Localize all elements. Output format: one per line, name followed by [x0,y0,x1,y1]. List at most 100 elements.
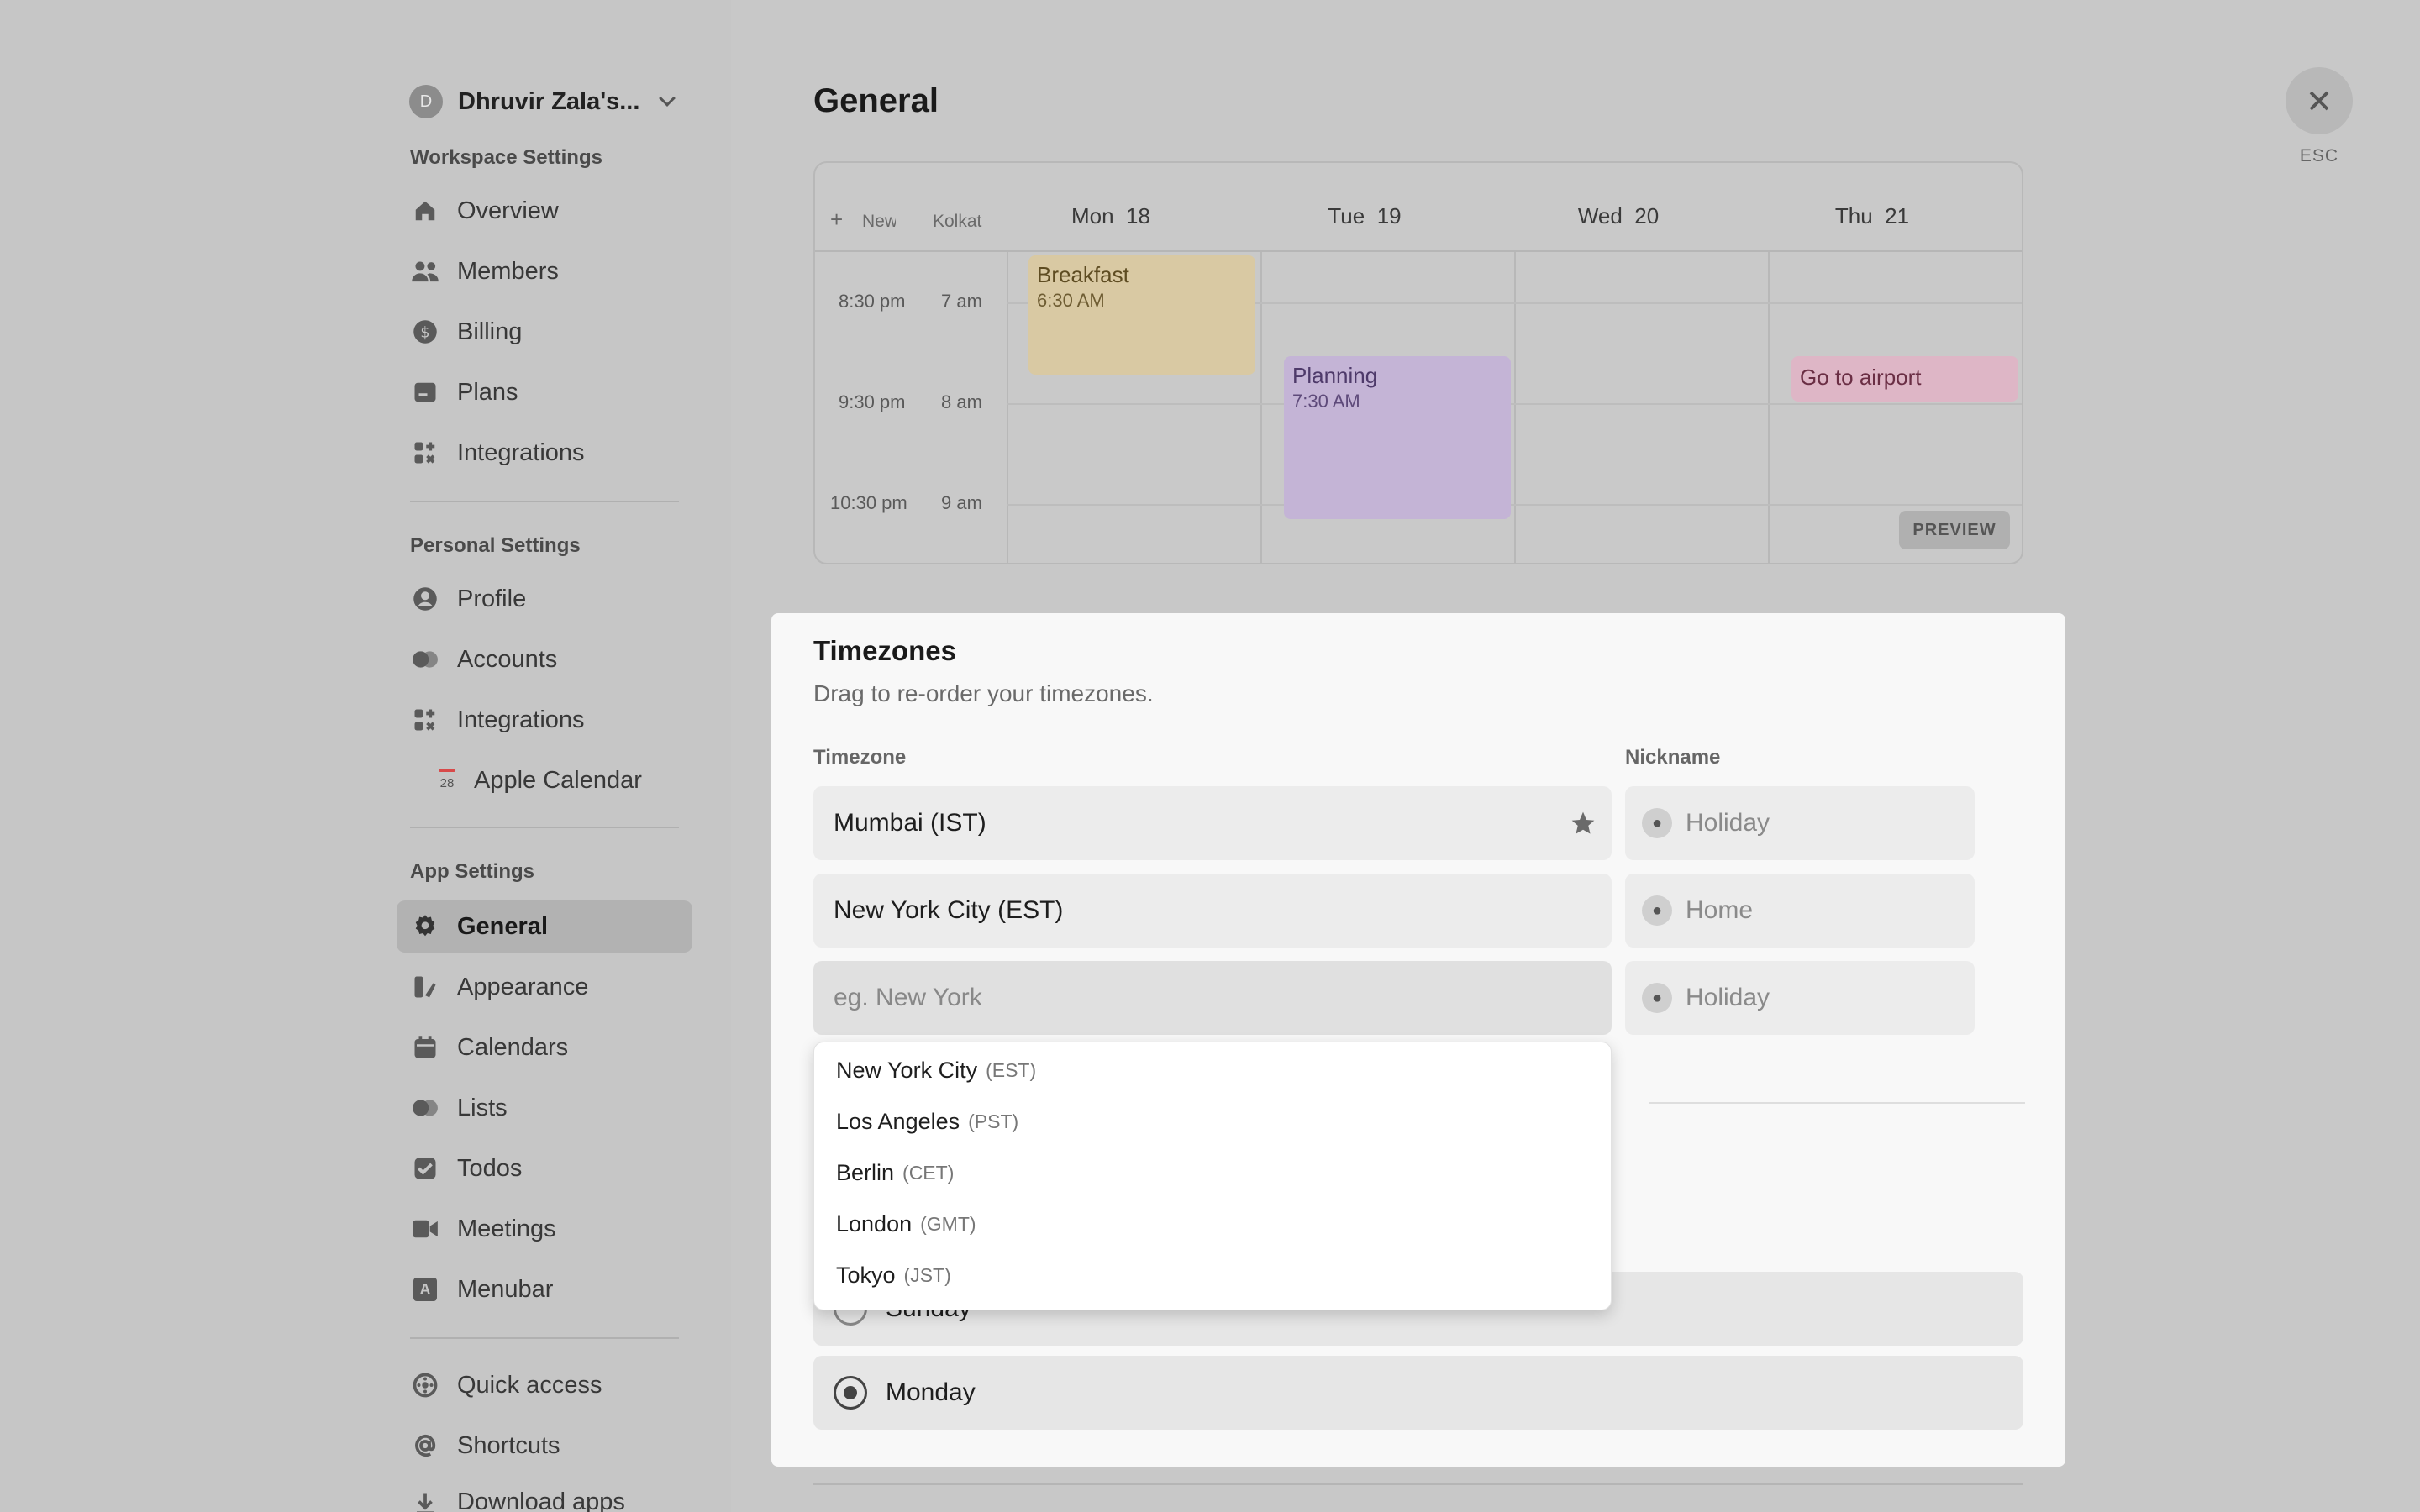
at-icon [410,1431,440,1461]
sidebar-item-plans[interactable]: Plans [397,366,692,418]
sidebar-item-quick-access[interactable]: Quick access [397,1359,692,1411]
avatar: D [409,85,443,118]
event-title: Breakfast [1037,262,1129,287]
timezone-header: Kolkat [933,212,982,231]
sidebar-item-download-apps[interactable]: Download apps [397,1478,692,1512]
workspace-name: Dhruvir Zala's... [458,87,640,115]
sidebar: D Dhruvir Zala's... Workspace Settings O… [0,0,731,1512]
radio-button-selected[interactable] [834,1376,867,1410]
sidebar-item-accounts[interactable]: Accounts [397,633,692,685]
day-number: 20 [1634,203,1660,228]
close-button[interactable] [2286,67,2353,134]
dropdown-option[interactable]: New York City (EST) [836,1049,1036,1091]
sidebar-item-label: General [457,912,548,940]
sidebar-item-menubar[interactable]: A Menubar [397,1263,692,1315]
divider [813,1483,2023,1485]
nickname-field[interactable]: ● Home [1625,874,1975,948]
divider [1649,1102,2025,1104]
week-start-option-monday[interactable]: Monday [813,1356,2023,1430]
preview-badge: PREVIEW [1899,511,2010,549]
add-timezone-button[interactable]: + [830,207,843,233]
calendar-icon [410,1032,440,1063]
divider [410,501,679,502]
accounts-icon [410,644,440,675]
option-abbr: (JST) [903,1263,951,1286]
grid-line [1514,252,1516,563]
dropdown-option[interactable]: London (GMT) [836,1203,976,1245]
sidebar-item-members[interactable]: Members [397,245,692,297]
sidebar-item-todos[interactable]: Todos [397,1142,692,1194]
divider [410,1337,679,1339]
ghost-emoji-icon[interactable]: ● [1642,808,1672,838]
grid-line [1768,252,1770,563]
time-label: 10:30 pm [830,492,908,513]
sidebar-item-general[interactable]: General [397,900,692,953]
day-number: 21 [1885,203,1910,228]
integrations-icon [410,705,440,735]
grid-line [1007,504,2022,506]
nickname-column-label: Nickname [1625,746,1721,769]
timezone-search-input[interactable]: eg. New York [813,961,1612,1035]
event-breakfast[interactable]: Breakfast 6:30 AM [1028,255,1255,375]
sidebar-item-profile[interactable]: Profile [397,573,692,625]
divider [410,827,679,828]
option-abbr: (PST) [968,1110,1019,1132]
event-planning[interactable]: Planning 7:30 AM [1284,356,1511,519]
appearance-icon [410,972,440,1002]
section-title: Timezones [813,635,956,666]
nickname-placeholder: Home [1686,896,1754,924]
menubar-glyph: A [413,1278,437,1301]
sidebar-item-label: Shortcuts [457,1431,560,1459]
workspace-switcher[interactable]: D Dhruvir Zala's... [409,81,676,123]
nickname-field[interactable]: ● Holiday [1625,961,1975,1035]
face-emoji-icon[interactable]: ● [1642,983,1672,1013]
nickname-field[interactable]: ● Holiday [1625,786,1975,860]
timezone-placeholder: eg. New York [834,984,982,1011]
menubar-icon: A [410,1274,440,1305]
day-header-thu: Thu 21 [1746,203,1998,229]
sidebar-item-meetings[interactable]: Meetings [397,1203,692,1255]
star-icon[interactable] [1570,810,1597,843]
dropdown-option[interactable]: Berlin (CET) [836,1152,954,1194]
day-number: 19 [1376,203,1402,228]
event-title: Planning [1292,363,1378,388]
sidebar-item-appearance[interactable]: Appearance [397,961,692,1013]
sidebar-item-billing[interactable]: $ Billing [397,306,692,358]
timezone-field[interactable]: New York City (EST) [813,874,1612,948]
day-header-tue: Tue 19 [1239,203,1491,229]
svg-text:$: $ [420,324,429,341]
sidebar-item-overview[interactable]: Overview [397,185,692,237]
sidebar-item-label: Download apps [457,1488,625,1512]
sidebar-item-integrations-personal[interactable]: Integrations [397,694,692,746]
calendar-date-icon: 28 [435,769,459,792]
event-go-to-airport[interactable]: Go to airport [1791,356,2018,402]
timezone-value: New York City (EST) [834,896,1064,924]
sidebar-item-integrations[interactable]: Integrations [397,427,692,479]
option-city: Tokyo [836,1262,896,1288]
dropdown-option[interactable]: Los Angeles (PST) [836,1100,1018,1142]
sidebar-item-label: Apple Calendar [474,766,642,794]
grid-line [1007,403,2022,405]
event-time: 7:30 AM [1292,391,1360,412]
sidebar-item-label: Meetings [457,1215,556,1242]
timezone-value: Mumbai (IST) [834,809,986,837]
sidebar-item-lists[interactable]: Lists [397,1082,692,1134]
download-icon [410,1488,440,1512]
dropdown-option[interactable]: Tokyo (JST) [836,1254,951,1296]
personal-settings-heading: Personal Settings [410,534,581,557]
time-label: 8 am [941,391,982,412]
profile-icon [410,584,440,614]
timezone-field[interactable]: Mumbai (IST) [813,786,1612,860]
sidebar-item-shortcuts[interactable]: Shortcuts [397,1420,692,1472]
timezone-column-label: Timezone [813,746,907,769]
time-label: 8:30 pm [839,291,906,312]
sidebar-item-apple-calendar[interactable]: 28 Apple Calendar [422,754,691,806]
calendar-preview: + New Y Kolkat Mon 18 Tue 19 Wed 20 Thu … [813,161,2023,564]
event-time: 6:30 AM [1037,290,1105,311]
check-icon [410,1153,440,1184]
time-label: 7 am [941,291,982,312]
sidebar-item-calendars[interactable]: Calendars [397,1021,692,1074]
grin-emoji-icon[interactable]: ● [1642,895,1672,926]
sidebar-item-label: Integrations [457,438,585,466]
chevron-down-icon [659,90,676,107]
